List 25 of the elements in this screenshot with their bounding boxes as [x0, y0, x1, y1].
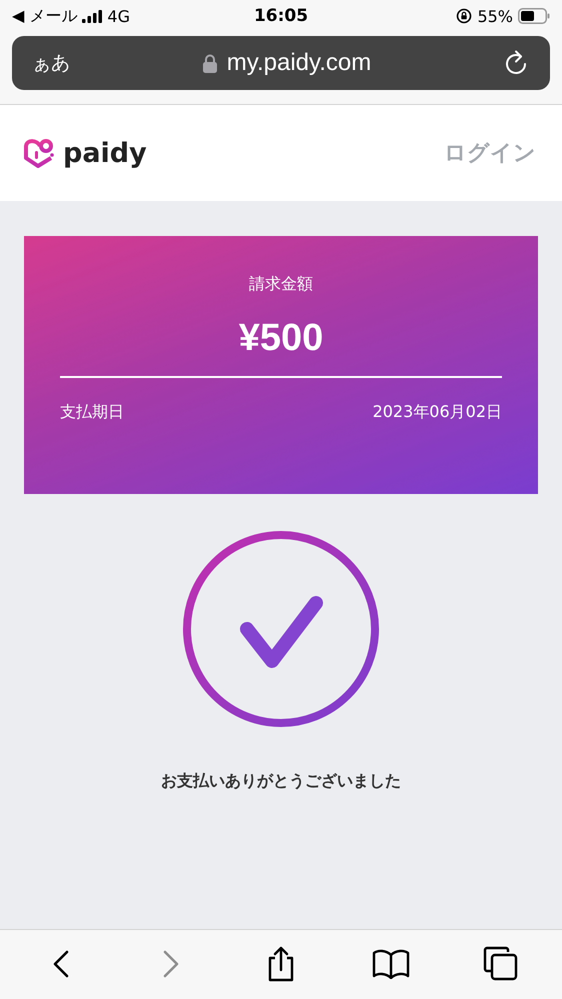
clock-time: 16:05 — [254, 6, 308, 26]
book-icon — [372, 949, 410, 979]
brand-name: paidy — [63, 138, 147, 168]
lock-icon — [202, 54, 217, 72]
back-icon — [51, 948, 71, 980]
rotation-lock-icon — [456, 8, 472, 24]
tabs-icon — [483, 946, 519, 982]
battery-percent: 55% — [477, 6, 513, 26]
text-size-button[interactable]: ぁあ — [32, 50, 70, 76]
due-date-label: 支払期日 — [60, 402, 124, 422]
network-type: 4G — [107, 6, 130, 26]
battery-icon — [518, 8, 550, 24]
payment-complete-message: お支払いありがとうございました — [161, 771, 401, 792]
reload-icon[interactable] — [504, 50, 528, 76]
back-to-app-link[interactable]: ◀ メール — [12, 6, 78, 26]
url-text: my.paidy.com — [226, 49, 372, 77]
address-bar[interactable]: ぁあ my.paidy.com — [12, 36, 550, 90]
forward-icon — [161, 948, 181, 980]
due-date: 2023年06月02日 — [372, 402, 502, 422]
heart-logo-icon — [24, 138, 56, 168]
bill-label: 請求金額 — [249, 274, 313, 295]
signal-icon — [82, 10, 102, 22]
check-circle-icon — [182, 530, 380, 728]
share-icon — [266, 946, 296, 982]
bill-amount: ¥500 — [238, 317, 324, 360]
